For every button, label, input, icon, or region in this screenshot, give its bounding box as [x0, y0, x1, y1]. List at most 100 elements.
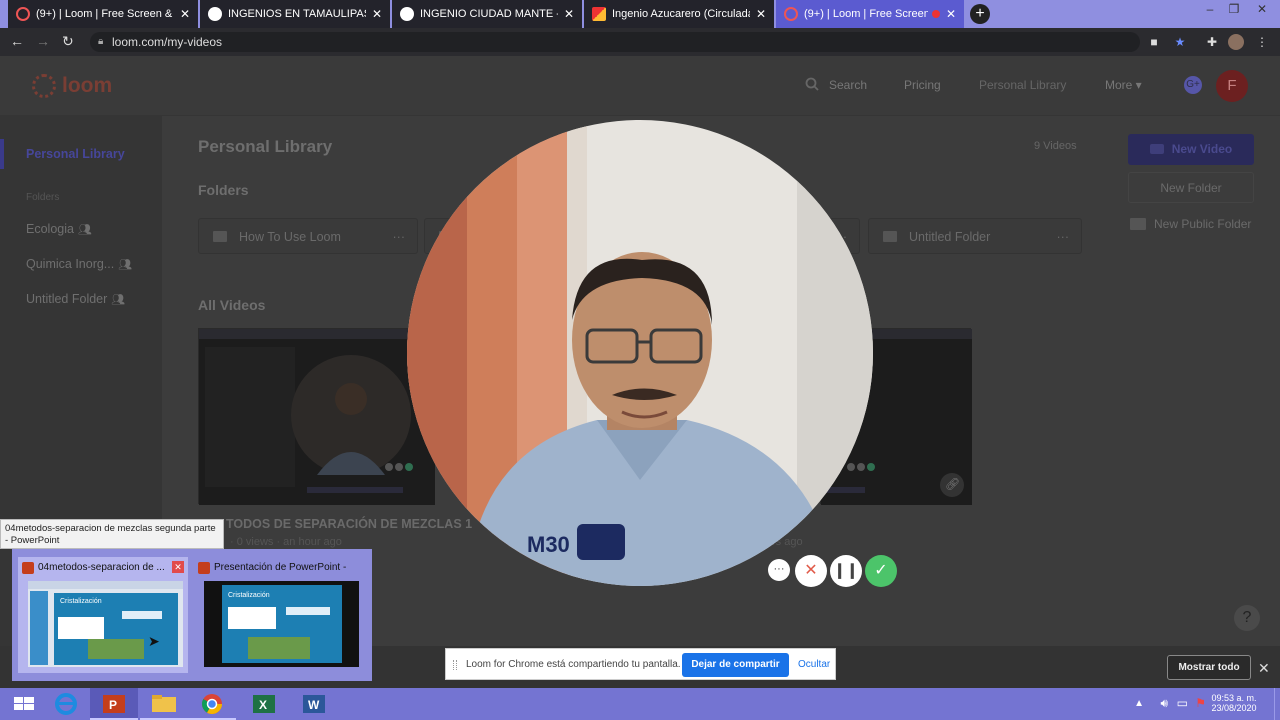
close-tab-icon[interactable]: ✕ — [564, 7, 574, 21]
preview-title-text: Presentación de PowerPoint - [0... — [214, 562, 346, 573]
video-thumbnail-image — [199, 329, 435, 505]
sidebar-item-ecologia[interactable]: Ecologia 👥︎ — [26, 222, 92, 236]
chrome-taskbar-icon[interactable] — [188, 688, 236, 720]
clock[interactable]: 09:53 a. m. 23/08/2020 — [1208, 693, 1260, 713]
lock-icon: 🔒︎ — [98, 36, 104, 47]
sidebar-item-quimica[interactable]: Quimica Inorg... 👥︎ — [26, 257, 132, 271]
bookmark-star-icon[interactable]: ★ — [1172, 34, 1188, 50]
video-thumbnail[interactable] — [198, 328, 435, 505]
sidebar-folders-heading: Folders — [26, 192, 60, 203]
close-downloads-icon[interactable]: ✕ — [1258, 660, 1270, 677]
nav-more[interactable]: More ▾ — [1105, 78, 1142, 92]
show-hidden-icons-icon[interactable]: ▲ — [1134, 698, 1144, 709]
nav-personal-library[interactable]: Personal Library — [979, 78, 1066, 92]
extensions-puzzle-icon[interactable]: ✚ — [1204, 34, 1220, 50]
show-desktop-button[interactable] — [1274, 688, 1280, 720]
more-options-icon[interactable]: ··· — [393, 219, 406, 255]
link-icon[interactable]: 🔗︎ — [945, 477, 960, 491]
tab-title: INGENIOS EN TAMAULIPAS - Bu — [228, 8, 366, 20]
address-bar[interactable]: 🔒︎ loom.com/my-videos — [90, 32, 1140, 52]
windows-taskbar: P X W ▲ 🔊︎ ▭ ⚑ 09:53 a. m. 23/08/2020 — [0, 688, 1280, 720]
loom-logo-icon — [32, 74, 56, 98]
menu-kebab-icon[interactable]: ⋮ — [1254, 34, 1270, 50]
clock-date: 23/08/2020 — [1211, 703, 1257, 713]
notification-flag-icon[interactable]: ⚑ — [1195, 696, 1206, 710]
tab-title: (9+) | Loom | Free Screen & Vide — [36, 8, 174, 20]
volume-icon[interactable]: 🔊︎ — [1160, 696, 1168, 711]
people-icon: 👥︎ — [77, 224, 92, 236]
preview-window-2[interactable]: Presentación de PowerPoint - [0... Crist… — [194, 557, 364, 673]
drag-handle-icon[interactable] — [453, 660, 457, 670]
tab-title: INGENIO CIUDAD MANTE - Búsq — [420, 8, 558, 20]
search-icon[interactable] — [805, 77, 819, 91]
svg-text:W: W — [308, 698, 320, 712]
windows-logo-icon — [14, 697, 34, 710]
hide-share-bar-link[interactable]: Ocultar — [798, 659, 830, 670]
sidebar-item-personal-library[interactable]: Personal Library — [26, 147, 125, 161]
internet-explorer-taskbar-icon[interactable] — [42, 688, 90, 720]
share-message: Loom for Chrome está compartiendo tu pan… — [466, 659, 681, 670]
close-preview-icon[interactable]: ✕ — [172, 561, 184, 573]
powerpoint-taskbar-icon[interactable]: P — [90, 688, 138, 720]
camera-extension-icon[interactable]: ■ — [1146, 34, 1162, 50]
loom-icon — [784, 7, 798, 21]
camera-bubble[interactable]: M30 — [407, 120, 873, 586]
tab-ingenio-mante[interactable]: INGENIO CIUDAD MANTE - Búsq ✕ — [392, 0, 582, 28]
folders-heading: Folders — [198, 182, 249, 198]
minimize-icon[interactable]: – — [1198, 0, 1222, 20]
tab-loom-active[interactable]: (9+) | Loom | Free Screen & V ✕ — [776, 0, 964, 28]
word-taskbar-icon[interactable]: W — [290, 688, 338, 720]
all-videos-heading: All Videos — [198, 297, 266, 313]
video-title[interactable]: TODOS DE SEPARACIÓN DE MEZCLAS 1 — [226, 517, 472, 531]
people-icon: 👥︎ — [118, 259, 133, 271]
folder-icon — [883, 231, 897, 242]
shirt-logo-text: M30 — [527, 532, 570, 557]
reload-icon[interactable]: ↻ — [62, 33, 74, 50]
invite-icon[interactable]: G+ — [1184, 76, 1202, 94]
svg-text:P: P — [109, 698, 117, 712]
show-all-downloads-button[interactable]: Mostrar todo — [1167, 655, 1251, 680]
close-window-icon[interactable]: ✕ — [1250, 0, 1274, 20]
tab-ingenios-tamaulipas[interactable]: INGENIOS EN TAMAULIPAS - Bu ✕ — [200, 0, 390, 28]
loom-logo[interactable]: loom — [32, 74, 112, 98]
folder-card-untitled[interactable]: Untitled Folder ··· — [868, 218, 1082, 254]
network-icon[interactable]: ▭ — [1177, 696, 1188, 710]
nav-pricing[interactable]: Pricing — [904, 78, 941, 92]
stop-sharing-button[interactable]: Dejar de compartir — [682, 653, 789, 677]
sidebar-item-untitled-folder[interactable]: Untitled Folder 👥︎ — [26, 292, 125, 306]
start-button[interactable] — [0, 688, 48, 720]
tab-loom-1[interactable]: (9+) | Loom | Free Screen & Vide ✕ — [8, 0, 198, 28]
close-tab-icon[interactable]: ✕ — [372, 7, 382, 21]
loom-header: loom Search Pricing Personal Library Mor… — [0, 56, 1280, 116]
finish-recording-icon[interactable]: ✓ — [865, 555, 897, 587]
nav-search[interactable]: Search — [829, 78, 867, 92]
more-controls-icon[interactable]: ··· — [768, 559, 790, 581]
cancel-recording-icon[interactable]: ✕ — [795, 555, 827, 587]
new-video-button[interactable]: New Video — [1128, 134, 1254, 165]
new-tab-button[interactable]: + — [970, 4, 990, 24]
browser-toolbar: ← → ↻ 🔒︎ loom.com/my-videos ■ ★ ✚ ⋮ — [0, 28, 1280, 56]
help-button[interactable]: ? — [1234, 605, 1260, 631]
excel-taskbar-icon[interactable]: X — [240, 688, 288, 720]
profile-avatar[interactable] — [1228, 34, 1244, 50]
window-tooltip: 04metodos-separacion de mezclas segunda … — [0, 519, 224, 549]
tab-ingenio-azucarero[interactable]: Ingenio Azucarero (Circulada el 2 ✕ — [584, 0, 774, 28]
close-tab-icon[interactable]: ✕ — [756, 7, 766, 21]
user-avatar[interactable]: F — [1216, 70, 1248, 102]
forward-icon[interactable]: → — [36, 33, 50, 49]
site-icon — [592, 7, 606, 21]
close-tab-icon[interactable]: ✕ — [180, 7, 190, 21]
close-tab-icon[interactable]: ✕ — [946, 7, 956, 21]
back-icon[interactable]: ← — [10, 33, 24, 49]
preview-title: 04metodos-separacion de ... — [22, 561, 170, 575]
google-icon — [400, 7, 414, 21]
file-explorer-taskbar-icon[interactable] — [140, 688, 188, 720]
pause-recording-icon[interactable]: ❙❙ — [830, 555, 862, 587]
folder-card-how-to-use-loom[interactable]: How To Use Loom ··· — [198, 218, 418, 254]
maximize-icon[interactable]: ❐ — [1222, 0, 1246, 20]
new-folder-button[interactable]: New Folder — [1128, 172, 1254, 203]
preview-window-1[interactable]: 04metodos-separacion de ... ✕ Cristaliza… — [18, 557, 188, 673]
more-options-icon[interactable]: ··· — [1057, 219, 1070, 255]
new-public-folder-button[interactable]: New Public Folder — [1128, 213, 1268, 235]
slide-thumbnail-image: Cristalización — [28, 581, 183, 665]
